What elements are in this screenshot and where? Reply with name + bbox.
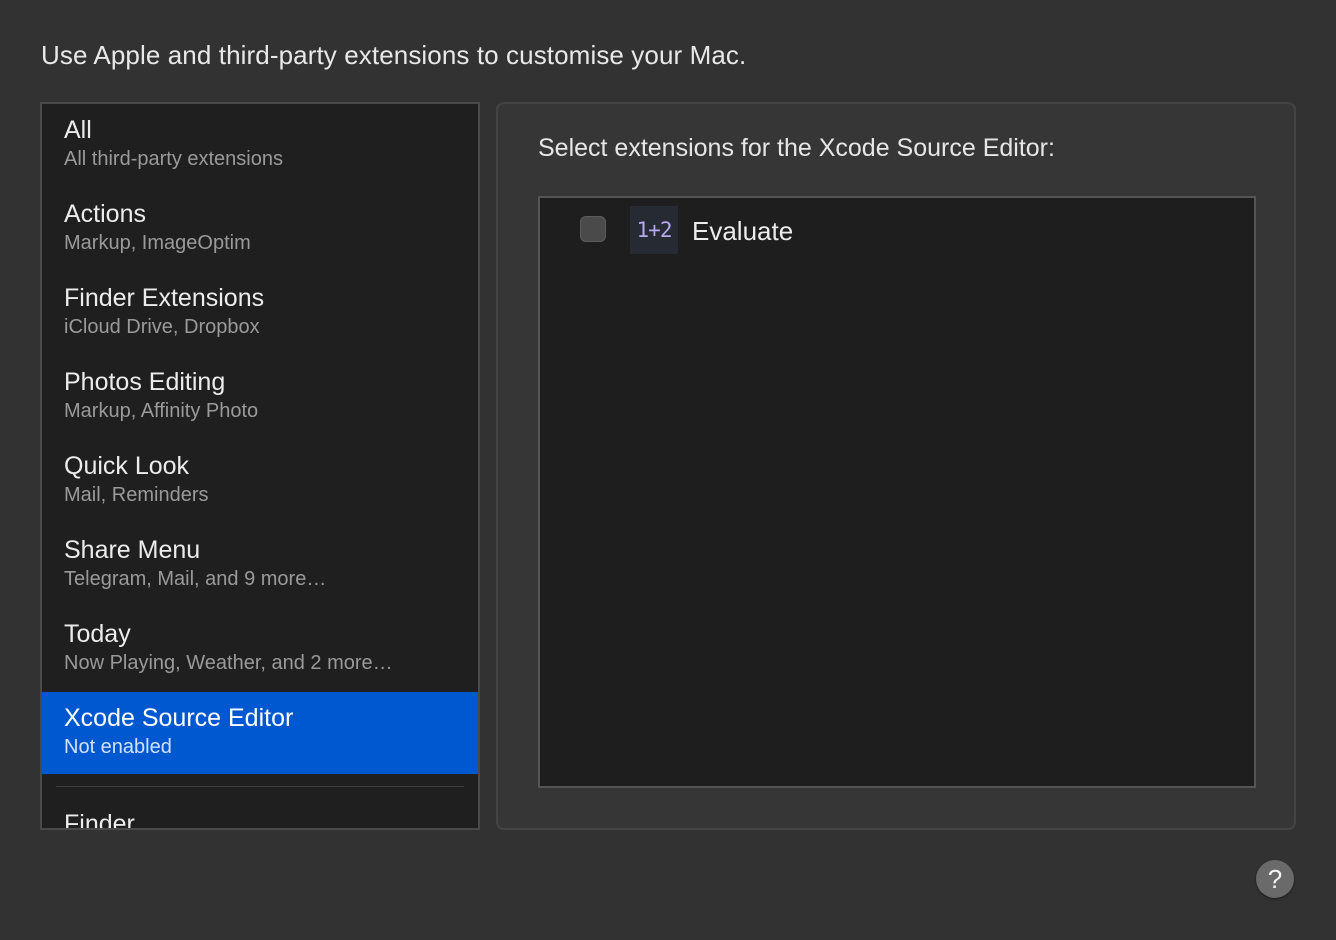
sidebar-item-title: All [64, 116, 92, 144]
sidebar-item-title: Actions [64, 200, 146, 228]
header-description: Use Apple and third-party extensions to … [41, 40, 747, 70]
extensions-window: Use Apple and third-party extensions to … [0, 0, 1336, 940]
extension-list[interactable]: 1+2 Evaluate [538, 196, 1256, 788]
sidebar-item-xcode-source-editor[interactable]: Xcode Source Editor Not enabled [42, 692, 478, 774]
sidebar-item-share-menu[interactable]: Share Menu Telegram, Mail, and 9 more… [42, 524, 478, 606]
sidebar-item-subtitle: Telegram, Mail, and 9 more… [64, 568, 327, 590]
extensions-category-list[interactable]: All All third-party extensions Actions M… [40, 102, 480, 830]
extension-label: Evaluate [692, 216, 794, 246]
sidebar-item-title: Xcode Source Editor [64, 704, 294, 732]
sidebar-item-title: Photos Editing [64, 368, 226, 396]
sidebar-item-actions[interactable]: Actions Markup, ImageOptim [42, 188, 478, 270]
sidebar-item-finder-extensions[interactable]: Finder Extensions iCloud Drive, Dropbox [42, 272, 478, 354]
sidebar-item-photos-editing[interactable]: Photos Editing Markup, Affinity Photo [42, 356, 478, 438]
sidebar-item-quick-look[interactable]: Quick Look Mail, Reminders [42, 440, 478, 522]
sidebar-item-subtitle: Mail, Reminders [64, 484, 209, 506]
sidebar-item-finder[interactable]: Finder [64, 810, 135, 828]
sidebar-item-title: Share Menu [64, 536, 201, 564]
panel-title: Select extensions for the Xcode Source E… [538, 134, 1055, 162]
sidebar-item-title: Finder Extensions [64, 284, 265, 312]
sidebar-divider [56, 786, 464, 787]
sidebar-item-all[interactable]: All All third-party extensions [42, 104, 478, 186]
sidebar-item-subtitle: iCloud Drive, Dropbox [64, 316, 260, 338]
sidebar-item-subtitle: Not enabled [64, 736, 172, 758]
sidebar-item-today[interactable]: Today Now Playing, Weather, and 2 more… [42, 608, 478, 690]
sidebar-item-title: Quick Look [64, 452, 190, 480]
sidebar-item-subtitle: Markup, ImageOptim [64, 232, 251, 254]
help-button[interactable]: ? [1256, 860, 1294, 898]
evaluate-checkbox[interactable] [580, 216, 606, 242]
sidebar-item-subtitle: Now Playing, Weather, and 2 more… [64, 652, 393, 674]
extension-row-evaluate[interactable]: 1+2 Evaluate [540, 204, 1254, 258]
extension-detail-panel: Select extensions for the Xcode Source E… [496, 102, 1296, 830]
sidebar-item-subtitle: Markup, Affinity Photo [64, 400, 259, 422]
sidebar-item-title: Today [64, 620, 131, 648]
evaluate-app-icon: 1+2 [630, 206, 678, 254]
sidebar-item-subtitle: All third-party extensions [64, 148, 283, 170]
